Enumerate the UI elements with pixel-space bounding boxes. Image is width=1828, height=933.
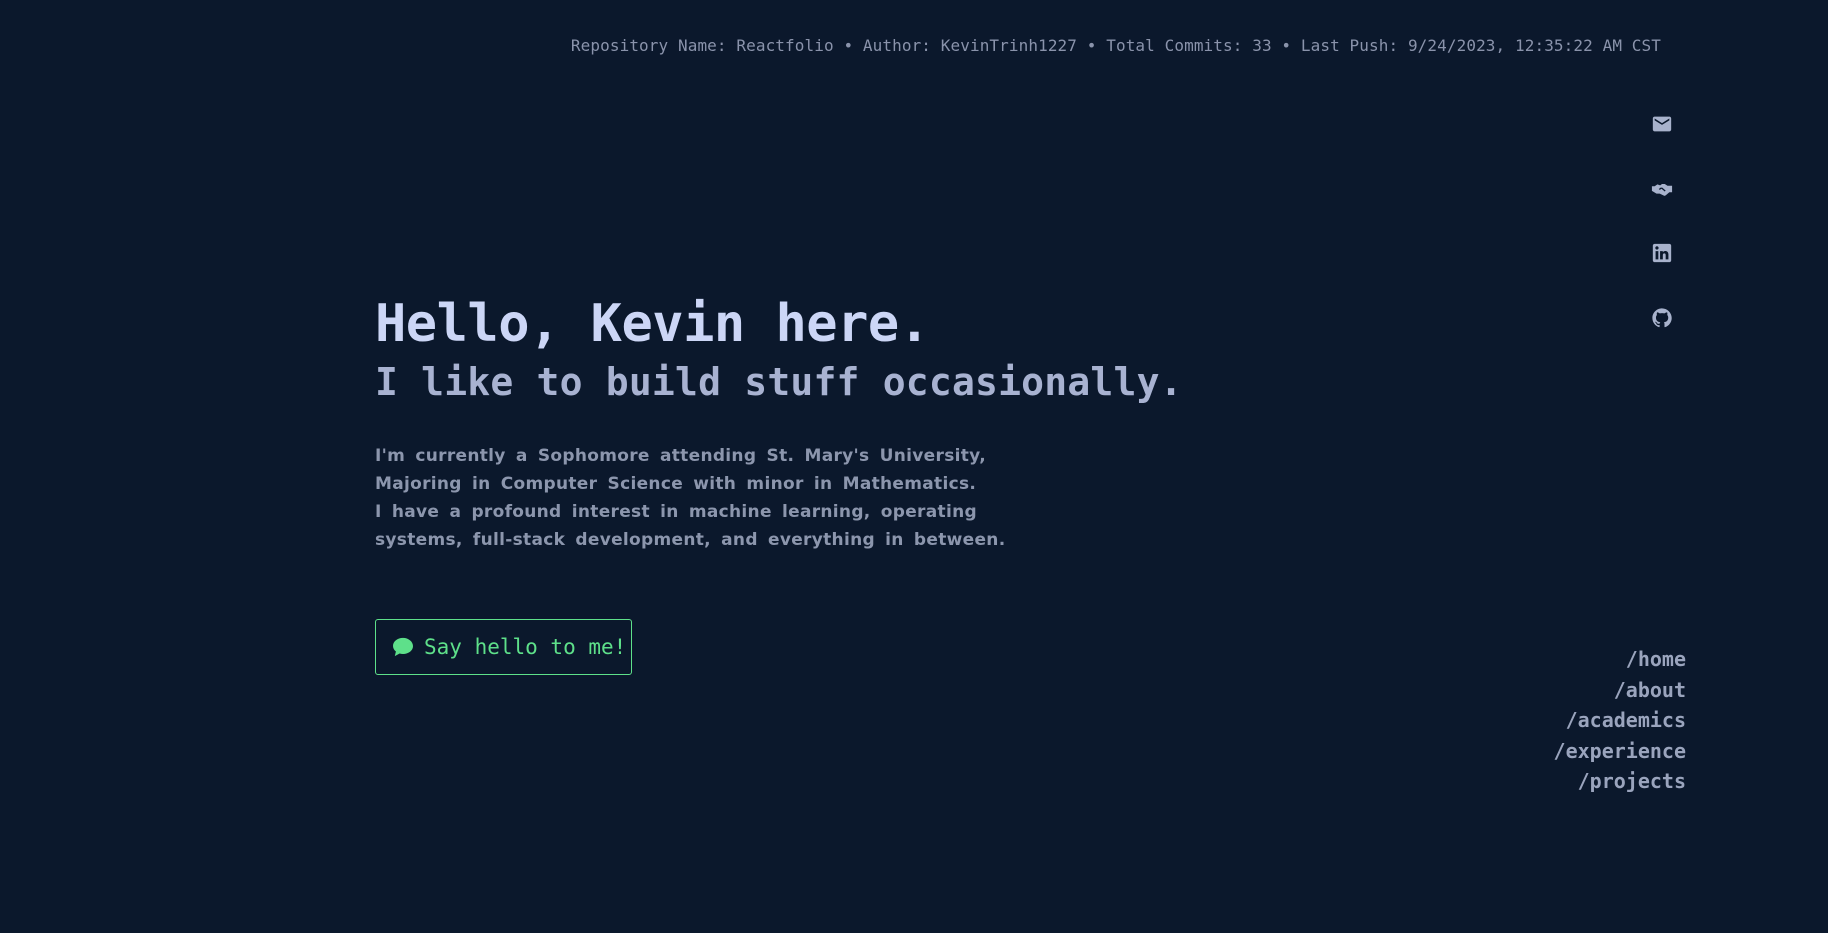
social-links (1650, 112, 1674, 371)
hero-title: Hello, Kevin here. (375, 294, 930, 354)
nav-projects[interactable]: /projects (1554, 766, 1686, 797)
chat-bubble-icon (392, 637, 414, 657)
repo-info-bar: Repository Name: Reactfolio • Author: Ke… (570, 36, 1661, 55)
say-hello-label: Say hello to me! (424, 635, 627, 659)
description-line: I have a profound interest in machine le… (375, 502, 977, 522)
linkedin-icon (1652, 243, 1672, 263)
description-line: I'm currently a Sophomore attending St. … (375, 446, 986, 466)
handshake-icon (1651, 183, 1673, 196)
nav-academics[interactable]: /academics (1554, 705, 1686, 736)
email-link[interactable] (1650, 113, 1674, 137)
section-nav: /home /about /academics /experience /pro… (1554, 644, 1686, 797)
nav-home[interactable]: /home (1554, 644, 1686, 675)
nav-experience[interactable]: /experience (1554, 736, 1686, 767)
say-hello-button[interactable]: Say hello to me! (375, 619, 632, 675)
nav-about[interactable]: /about (1554, 675, 1686, 706)
description-line: Majoring in Computer Science with minor … (375, 474, 977, 494)
hero-section: Hello, Kevin here. I like to build stuff… (375, 290, 1183, 554)
hero-description: I'm currently a Sophomore attending St. … (375, 442, 1183, 554)
hero-subtitle: I like to build stuff occasionally. (375, 360, 1183, 404)
github-icon (1652, 307, 1672, 327)
handshake-link[interactable] (1650, 178, 1674, 202)
linkedin-link[interactable] (1650, 242, 1674, 266)
github-link[interactable] (1650, 307, 1674, 331)
mail-icon (1652, 116, 1672, 132)
description-line: systems, full-stack development, and eve… (375, 530, 1006, 550)
